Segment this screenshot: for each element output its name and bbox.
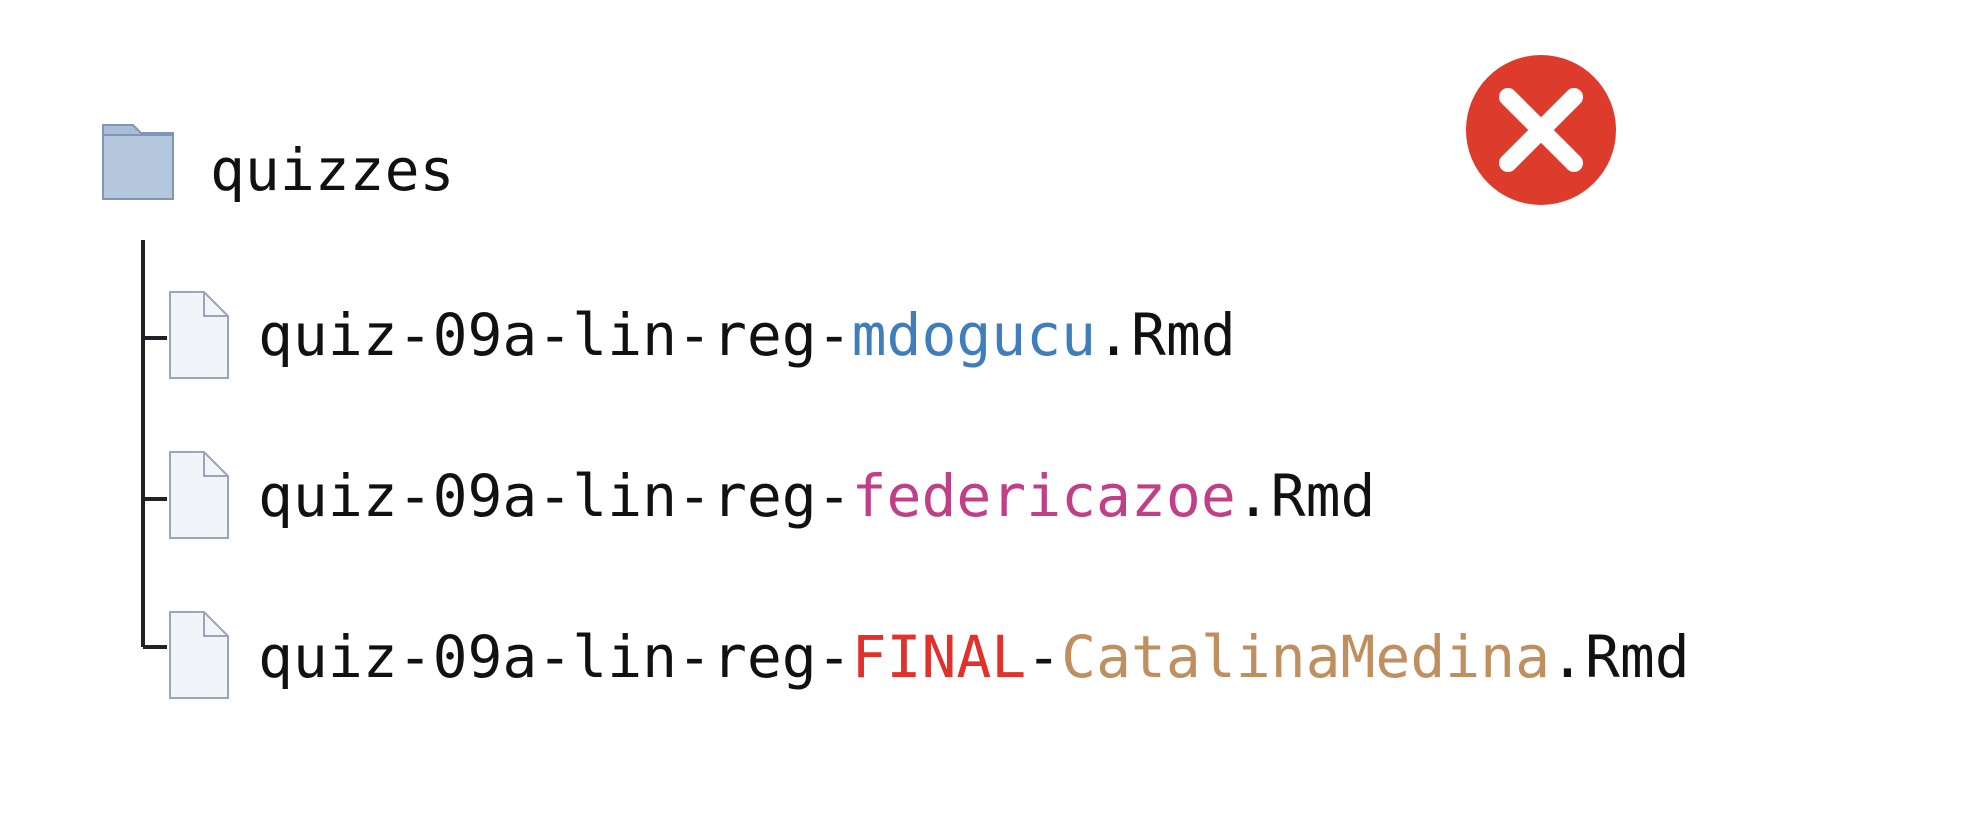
file-label: quiz-09a-lin-reg-FINAL-CatalinaMedina.Rm… [258, 628, 1690, 686]
file-name-segment: FINAL [851, 623, 1027, 691]
tree-connector-lines [141, 240, 167, 649]
folder-icon [102, 124, 174, 200]
file-name-segment: .Rmd [1235, 462, 1376, 530]
file-name-segment: CatalinaMedina [1061, 623, 1551, 691]
file-tree-graphic [102, 55, 1616, 699]
file-icon [169, 291, 229, 379]
file-name-segment: quiz-09a-lin-reg- [258, 462, 852, 530]
folder-label: quizzes [210, 136, 455, 204]
file-name-segment: federicazoe [851, 462, 1236, 530]
file-name-segment: quiz-09a-lin-reg- [258, 623, 852, 691]
file-name-segment: .Rmd [1096, 301, 1236, 369]
file-name-segment: .Rmd [1550, 623, 1690, 691]
file-name-segment: quiz-09a-lin-reg- [258, 301, 852, 369]
file-label: quiz-09a-lin-reg-federicazoe.Rmd [258, 467, 1375, 525]
file-icon [169, 451, 229, 539]
file-icon [169, 611, 229, 699]
file-name-segment: mdogucu [851, 301, 1097, 369]
file-label: quiz-09a-lin-reg-mdogucu.Rmd [258, 306, 1236, 364]
file-name-segment: - [1026, 623, 1062, 691]
error-x-icon [1466, 55, 1616, 205]
